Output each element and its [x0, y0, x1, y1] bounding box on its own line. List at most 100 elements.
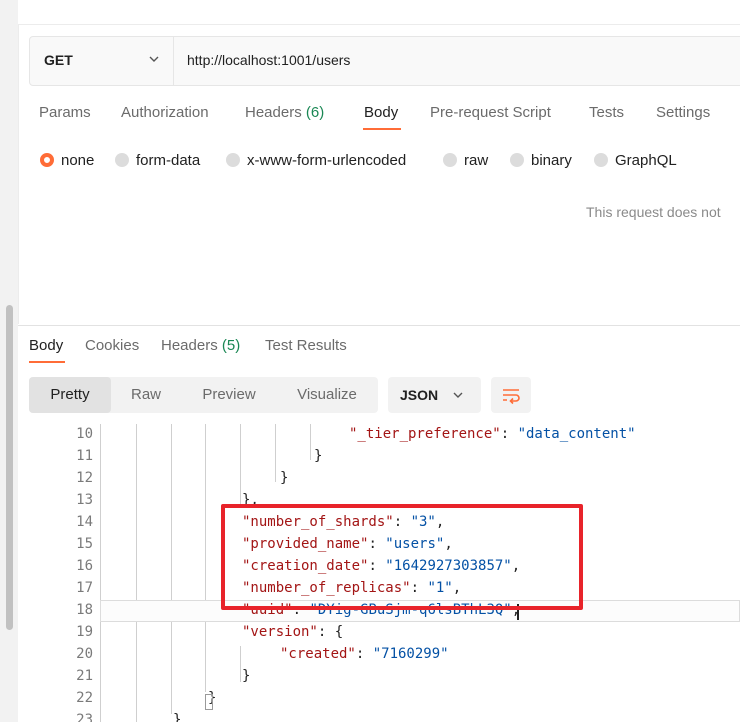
tab-params[interactable]: Params — [39, 104, 91, 121]
json-key: "version" — [242, 624, 318, 640]
tab-pre-request-script[interactable]: Pre-request Script — [430, 104, 551, 121]
panel-border — [18, 24, 19, 324]
no-body-hint: This request does not — [586, 204, 721, 220]
json-key: "created" — [280, 646, 356, 662]
line-number: 23 — [76, 712, 93, 722]
radio-none-label: none — [61, 151, 95, 169]
chevron-down-icon — [149, 56, 159, 62]
json-punctuation: { — [334, 624, 344, 640]
code-text: "created": "7160299" — [280, 646, 449, 662]
view-raw-button[interactable]: Raw — [115, 377, 177, 413]
radio-none[interactable]: none — [40, 150, 94, 170]
radio-raw-label: raw — [464, 151, 489, 169]
code-line: 19 "version": { — [18, 622, 740, 644]
tab-settings[interactable]: Settings — [656, 104, 710, 121]
response-tab-headers-count: (5) — [221, 337, 241, 354]
radio-binary[interactable]: binary — [510, 150, 572, 170]
code-text: "version": { — [242, 624, 343, 640]
radio-raw[interactable]: raw — [443, 150, 488, 170]
annotation-highlight-box — [221, 504, 583, 610]
radio-icon — [226, 153, 240, 167]
url-input[interactable]: http://localhost:1001/users — [187, 52, 350, 68]
tab-headers[interactable]: Headers (6) — [245, 104, 324, 121]
body-type-radios: none form-data x-www-form-urlencoded raw… — [0, 150, 740, 170]
code-line: 22} — [18, 688, 740, 710]
line-number: 18 — [76, 602, 93, 618]
radio-icon — [443, 153, 457, 167]
wrap-lines-icon — [503, 389, 520, 405]
view-pretty-button[interactable]: Pretty — [29, 377, 111, 413]
line-number: 14 — [76, 514, 93, 530]
scrollbar-thumb[interactable] — [6, 305, 13, 630]
response-active-tab-indicator — [29, 361, 65, 363]
json-value: "7160299" — [372, 646, 449, 662]
radio-urlencoded-label: x-www-form-urlencoded — [247, 151, 407, 169]
view-preview-button[interactable]: Preview — [189, 377, 269, 413]
active-tab-indicator — [363, 128, 401, 130]
response-tab-headers[interactable]: Headers (5) — [161, 337, 240, 354]
line-number: 20 — [76, 646, 93, 662]
line-number: 22 — [76, 690, 93, 706]
response-tab-headers-label: Headers — [161, 337, 218, 354]
radio-x-www-form-urlencoded[interactable]: x-www-form-urlencoded — [226, 150, 406, 170]
code-line: 11} — [18, 446, 740, 468]
radio-selected-icon — [40, 153, 54, 167]
response-tab-cookies[interactable]: Cookies — [85, 337, 139, 354]
chevron-down-icon — [453, 392, 463, 398]
line-number: 16 — [76, 558, 93, 574]
line-number: 13 — [76, 492, 93, 508]
code-line: 20 "created": "7160299" — [18, 644, 740, 666]
json-punctuation: } — [280, 470, 289, 486]
radio-binary-label: binary — [531, 151, 572, 169]
json-punctuation: } — [314, 448, 323, 464]
tab-headers-label: Headers — [245, 104, 302, 121]
json-punctuation: } — [242, 668, 251, 684]
json-punctuation: : — [355, 646, 373, 662]
radio-form-data[interactable]: form-data — [115, 150, 200, 170]
wrap-lines-button[interactable] — [491, 377, 531, 413]
view-visualize-button[interactable]: Visualize — [283, 377, 371, 413]
tab-body[interactable]: Body — [364, 104, 398, 121]
radio-form-data-label: form-data — [136, 151, 201, 169]
code-text: "_tier_preference": "data_content" — [349, 426, 636, 442]
json-value: "data_content" — [517, 426, 636, 442]
line-number: 15 — [76, 536, 93, 552]
radio-graphql[interactable]: GraphQL — [594, 150, 677, 170]
line-number: 10 — [76, 426, 93, 442]
json-punctuation: } — [173, 712, 182, 722]
radio-graphql-label: GraphQL — [615, 151, 677, 169]
line-number: 11 — [76, 448, 93, 464]
radio-icon — [115, 153, 129, 167]
bracket-match-marker — [205, 694, 213, 710]
response-tab-test-results[interactable]: Test Results — [265, 337, 347, 354]
request-url-bar: GET http://localhost:1001/users — [29, 36, 740, 86]
line-number: 21 — [76, 668, 93, 684]
line-number: 17 — [76, 580, 93, 596]
tab-headers-count: (6) — [305, 104, 325, 121]
code-line: 12} — [18, 468, 740, 490]
code-text: } — [280, 470, 288, 486]
code-text: } — [242, 668, 250, 684]
method-label: GET — [44, 52, 73, 68]
tab-authorization[interactable]: Authorization — [121, 104, 209, 121]
tab-tests[interactable]: Tests — [589, 104, 624, 121]
radio-icon — [594, 153, 608, 167]
format-select[interactable]: JSON — [388, 377, 481, 413]
code-text: } — [314, 448, 322, 464]
view-mode-group: Pretty Raw Preview Visualize — [29, 377, 378, 413]
code-line: 21} — [18, 666, 740, 688]
json-punctuation: : — [317, 624, 335, 640]
json-punctuation: : — [500, 426, 518, 442]
method-select[interactable]: GET — [30, 37, 174, 85]
response-tab-body[interactable]: Body — [29, 337, 63, 354]
format-label: JSON — [400, 387, 439, 403]
breadcrumb-strip — [18, 0, 740, 25]
code-text: } — [173, 712, 181, 722]
code-line: 10 "_tier_preference": "data_content" — [18, 424, 740, 446]
json-key: "_tier_preference" — [349, 426, 501, 442]
line-number: 12 — [76, 470, 93, 486]
line-number: 19 — [76, 624, 93, 640]
code-line: 23} — [18, 710, 740, 722]
panel-divider[interactable] — [18, 325, 740, 326]
radio-icon — [510, 153, 524, 167]
